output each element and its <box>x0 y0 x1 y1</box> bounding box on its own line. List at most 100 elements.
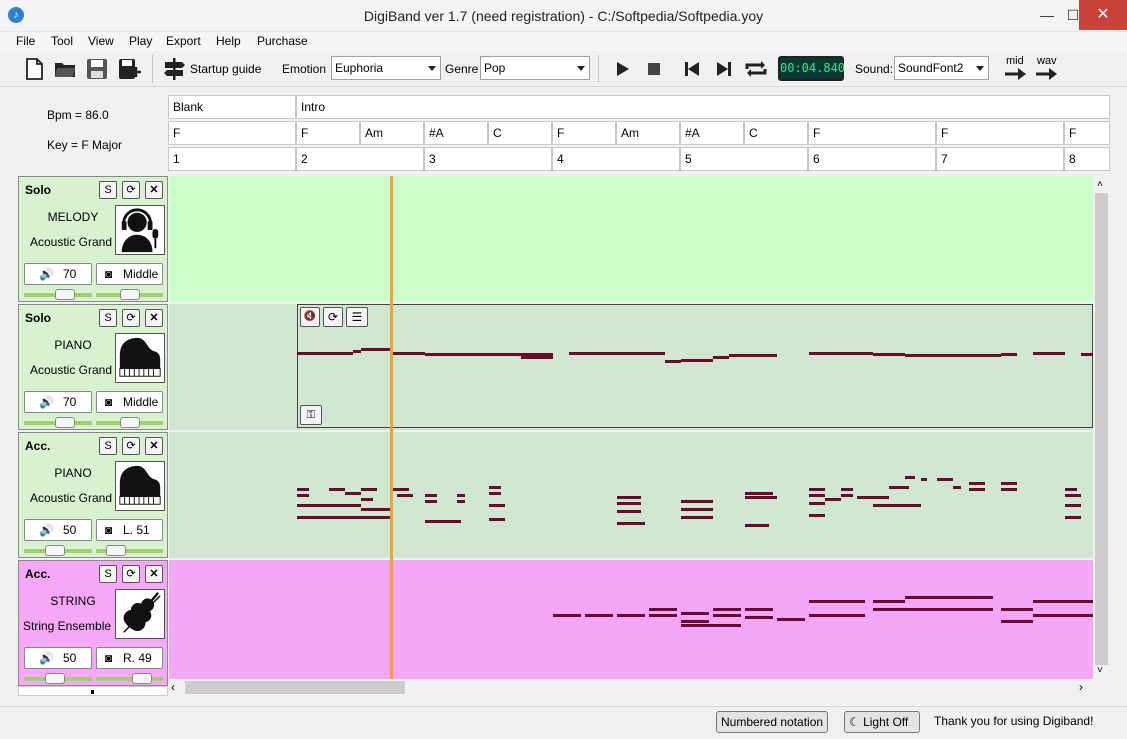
pan-slider-thumb[interactable] <box>119 417 140 428</box>
menu-play[interactable]: Play <box>129 34 152 48</box>
menu-tool[interactable]: Tool <box>51 34 73 48</box>
track-lane-piano-acc[interactable] <box>169 432 1093 558</box>
emotion-select[interactable]: Euphoria <box>331 56 441 80</box>
solo-toggle-button[interactable]: S <box>99 565 117 583</box>
save-icon[interactable] <box>85 57 109 81</box>
volume-control[interactable]: 🔊 70 <box>24 263 92 285</box>
pan-control[interactable]: ◙ Middle <box>96 263 163 285</box>
volume-control[interactable]: 🔊 50 <box>24 647 92 669</box>
volume-control[interactable]: 🔊 50 <box>24 519 92 541</box>
play-icon[interactable] <box>610 57 634 81</box>
light-toggle-button[interactable]: ☾ Light Off <box>844 711 920 733</box>
list-icon[interactable]: ☰ <box>346 307 368 327</box>
chord-cell[interactable]: F <box>808 121 936 145</box>
solo-toggle-button[interactable]: S <box>99 437 117 455</box>
measure-cell[interactable]: 6 <box>808 147 936 171</box>
grand-piano-icon[interactable] <box>115 461 165 511</box>
chord-cell[interactable]: F <box>552 121 616 145</box>
scroll-down-icon[interactable]: ˅ <box>1097 665 1103 676</box>
regenerate-track-button[interactable]: ⟳ <box>122 437 140 455</box>
menu-purchase[interactable]: Purchase <box>257 34 308 48</box>
skip-back-icon[interactable] <box>680 57 704 81</box>
save-as-icon[interactable] <box>117 57 141 81</box>
selected-region[interactable] <box>297 304 1093 428</box>
track-lane-piano-solo[interactable]: 🔇 ⟳ ☰ ⚿ <box>169 304 1093 430</box>
chord-cell[interactable]: C <box>744 121 808 145</box>
delete-track-button[interactable]: ✕ <box>145 565 163 583</box>
chord-cell[interactable]: #A <box>680 121 744 145</box>
vertical-scroll-thumb[interactable] <box>1095 193 1108 665</box>
chord-cell[interactable]: F <box>296 121 360 145</box>
measure-cell[interactable]: 5 <box>680 147 808 171</box>
bpm-display[interactable]: Bpm = 86.0 <box>47 108 109 122</box>
regenerate-track-button[interactable]: ⟳ <box>122 565 140 583</box>
pan-control[interactable]: ◙ L. 51 <box>96 519 163 541</box>
sound-select[interactable]: SoundFont2 <box>894 56 989 80</box>
pan-control[interactable]: ◙ Middle <box>96 391 163 413</box>
instrument-name[interactable]: Acoustic Grand <box>23 491 119 505</box>
instrument-name[interactable]: Acoustic Grand <box>23 363 119 377</box>
menu-help[interactable]: Help <box>216 34 241 48</box>
measure-cell[interactable]: 4 <box>552 147 680 171</box>
delete-track-button[interactable]: ✕ <box>145 309 163 327</box>
horizontal-scrollbar[interactable]: ‹ › <box>169 679 1093 696</box>
playhead[interactable] <box>390 176 393 679</box>
skip-forward-icon[interactable] <box>712 57 736 81</box>
chord-cell[interactable]: F <box>1064 121 1110 145</box>
volume-control[interactable]: 🔊 70 <box>24 391 92 413</box>
singer-headphones-icon[interactable] <box>115 205 165 255</box>
export-mid-button[interactable]: mid <box>1004 55 1030 83</box>
vertical-scrollbar[interactable]: ˄ ˅ <box>1093 176 1110 680</box>
section-cell[interactable]: Blank <box>168 95 296 119</box>
volume-slider-thumb[interactable] <box>44 673 65 684</box>
genre-select[interactable]: Pop <box>480 56 590 80</box>
numbered-notation-button[interactable]: Numbered notation <box>716 711 829 733</box>
scroll-up-icon[interactable]: ˄ <box>1097 179 1103 190</box>
menu-view[interactable]: View <box>88 34 114 48</box>
chord-cell[interactable]: F <box>936 121 1064 145</box>
chord-cell[interactable]: Am <box>360 121 424 145</box>
scroll-right-icon[interactable]: › <box>1079 680 1083 694</box>
signpost-icon[interactable] <box>162 57 186 81</box>
key-display[interactable]: Key = F Major <box>47 138 122 152</box>
export-wav-button[interactable]: wav <box>1035 55 1061 83</box>
volume-slider-thumb[interactable] <box>54 417 75 428</box>
key-icon[interactable]: ⚿ <box>300 405 322 425</box>
volume-slider-thumb[interactable] <box>54 289 75 300</box>
regenerate-region-icon[interactable]: ⟳ <box>323 307 343 327</box>
open-folder-icon[interactable] <box>53 57 77 81</box>
solo-toggle-button[interactable]: S <box>99 309 117 327</box>
regenerate-track-button[interactable]: ⟳ <box>122 309 140 327</box>
chord-cell[interactable]: C <box>488 121 552 145</box>
volume-slider-thumb[interactable] <box>44 545 65 556</box>
instrument-name[interactable]: Acoustic Grand <box>23 235 119 249</box>
regenerate-track-button[interactable]: ⟳ <box>122 181 140 199</box>
track-lane-melody[interactable] <box>169 176 1093 302</box>
section-cell[interactable]: Intro <box>296 95 1110 119</box>
mute-region-icon[interactable]: 🔇 <box>300 307 320 327</box>
measure-cell[interactable]: 7 <box>936 147 1064 171</box>
chord-cell[interactable]: F <box>168 121 296 145</box>
measure-cell[interactable]: 2 <box>296 147 424 171</box>
scroll-left-icon[interactable]: ‹ <box>171 680 175 694</box>
stop-icon[interactable] <box>642 57 666 81</box>
track-lane-string[interactable] <box>169 560 1093 679</box>
menu-file[interactable]: File <box>16 34 35 48</box>
chord-cell[interactable]: #A <box>424 121 488 145</box>
repeat-icon[interactable] <box>744 57 768 81</box>
pan-slider-thumb[interactable] <box>131 673 152 684</box>
horizontal-scroll-thumb[interactable] <box>185 681 405 694</box>
grand-piano-icon[interactable] <box>115 333 165 383</box>
instrument-name[interactable]: String Ensemble 1 <box>23 619 119 633</box>
new-file-icon[interactable] <box>22 57 46 81</box>
delete-track-button[interactable]: ✕ <box>145 437 163 455</box>
menu-export[interactable]: Export <box>166 34 201 48</box>
solo-toggle-button[interactable]: S <box>99 181 117 199</box>
violin-icon[interactable] <box>115 589 165 639</box>
delete-track-button[interactable]: ✕ <box>145 181 163 199</box>
startup-guide-button[interactable]: Startup guide <box>190 62 261 76</box>
measure-cell[interactable]: 1 <box>168 147 296 171</box>
measure-cell[interactable]: 8 <box>1064 147 1110 171</box>
pan-slider-thumb[interactable] <box>106 545 127 556</box>
chord-cell[interactable]: Am <box>616 121 680 145</box>
